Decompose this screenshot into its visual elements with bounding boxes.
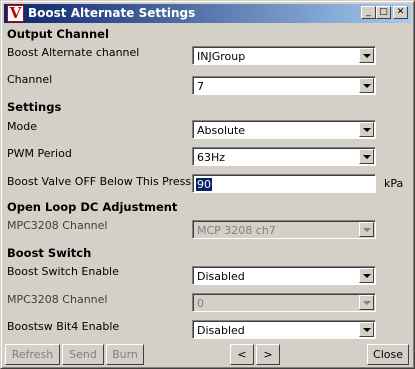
refresh-button[interactable]: Refresh	[5, 344, 60, 365]
dropdown-arrow-icon[interactable]	[359, 122, 374, 137]
boost-switch-enable-select[interactable]: Disabled	[192, 266, 376, 285]
boost-alt-channel-select[interactable]: INJGroup	[192, 46, 376, 65]
close-button[interactable]: Close	[367, 344, 409, 365]
close-window-button[interactable]: ✕	[393, 6, 408, 19]
section-settings: Settings	[7, 100, 62, 114]
mode-value: Absolute	[197, 124, 246, 137]
section-boost-switch: Boost Switch	[7, 246, 92, 260]
mode-label: Mode	[7, 120, 37, 133]
burn-button[interactable]: Burn	[106, 344, 144, 365]
dropdown-arrow-icon[interactable]	[359, 48, 374, 63]
boost-switch-enable-value: Disabled	[197, 270, 245, 283]
section-output-channel: Output Channel	[7, 27, 109, 41]
pwm-period-label: PWM Period	[7, 147, 72, 160]
valve-off-pressure-input[interactable]: 90	[192, 174, 376, 193]
title-bar[interactable]: V Boost Alternate Settings _ □ ✕	[4, 4, 411, 23]
minimize-button[interactable]: _	[361, 6, 376, 19]
dropdown-arrow-icon[interactable]	[359, 295, 374, 310]
mpc-channel-1-value: MCP 3208 ch7	[197, 224, 276, 237]
boost-alt-channel-label: Boost Alternate channel	[7, 46, 140, 59]
valve-off-pressure-label: Boost Valve OFF Below This Pressure	[7, 175, 210, 188]
dropdown-arrow-icon[interactable]	[359, 222, 374, 237]
dropdown-arrow-icon[interactable]	[359, 78, 374, 93]
channel-select[interactable]: 7	[192, 76, 376, 95]
channel-value: 7	[197, 80, 204, 93]
mpc-channel-2-label: MPC3208 Channel	[7, 293, 108, 306]
dropdown-arrow-icon[interactable]	[359, 149, 374, 164]
section-open-loop: Open Loop DC Adjustment	[7, 200, 178, 214]
mpc-channel-1-select[interactable]: MCP 3208 ch7	[192, 220, 376, 239]
pwm-period-select[interactable]: 63Hz	[192, 147, 376, 166]
pressure-unit: kPa	[384, 177, 404, 190]
mpc-channel-2-value: 0	[197, 297, 204, 310]
boost-switch-enable-label: Boost Switch Enable	[7, 265, 119, 278]
next-button[interactable]: >	[256, 344, 280, 365]
boost-alt-channel-value: INJGroup	[197, 50, 246, 63]
send-button[interactable]: Send	[62, 344, 104, 365]
pwm-period-value: 63Hz	[197, 151, 226, 164]
prev-button[interactable]: <	[230, 344, 254, 365]
window-title: Boost Alternate Settings	[28, 6, 196, 20]
dropdown-arrow-icon[interactable]	[359, 268, 374, 283]
mode-select[interactable]: Absolute	[192, 120, 376, 139]
dropdown-arrow-icon[interactable]	[359, 322, 374, 337]
app-icon[interactable]: V	[7, 4, 24, 22]
boostsw-bit4-value: Disabled	[197, 324, 245, 337]
boostsw-bit4-label: Boostsw Bit4 Enable	[7, 320, 120, 333]
dialog-window: V Boost Alternate Settings _ □ ✕ Output …	[0, 0, 415, 369]
mpc-channel-2-select[interactable]: 0	[192, 293, 376, 312]
maximize-button[interactable]: □	[376, 6, 391, 19]
valve-off-pressure-value: 90	[196, 178, 212, 191]
app-icon-glyph: V	[9, 4, 22, 22]
boostsw-bit4-select[interactable]: Disabled	[192, 320, 376, 339]
mpc-channel-1-label: MPC3208 Channel	[7, 219, 108, 232]
channel-label: Channel	[7, 73, 53, 86]
